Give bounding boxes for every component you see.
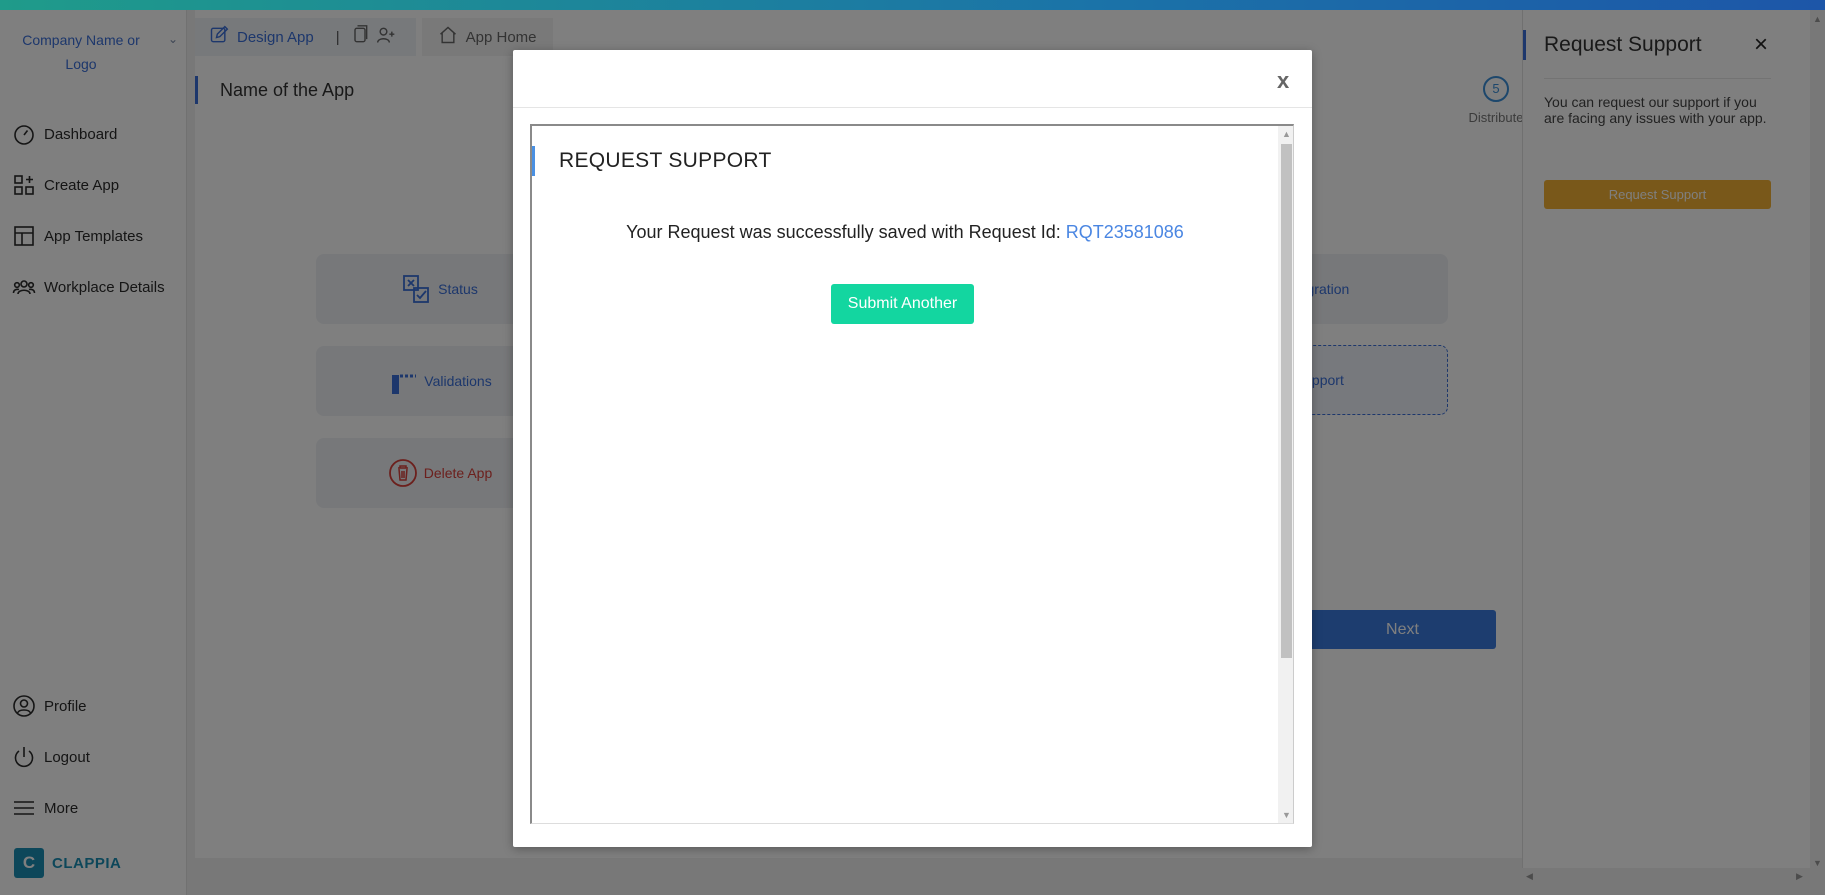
scroll-down-arrow-icon[interactable]: ▼ <box>1282 810 1291 820</box>
modal-header-divider <box>513 107 1312 108</box>
top-accent-strip <box>0 0 1825 10</box>
request-id: RQT23581086 <box>1065 222 1184 242</box>
success-message-text: Your Request was successfully saved with… <box>626 222 1061 242</box>
modal-close-button[interactable]: x <box>1277 68 1289 94</box>
submit-another-button[interactable]: Submit Another <box>831 284 974 324</box>
scrollbar-thumb[interactable] <box>1281 144 1292 658</box>
scroll-up-arrow-icon[interactable]: ▲ <box>1282 129 1291 139</box>
form-title: REQUEST SUPPORT <box>532 146 772 176</box>
request-support-modal: x REQUEST SUPPORT Your Request was succe… <box>513 50 1312 847</box>
frame-scrollbar[interactable]: ▲ ▼ <box>1278 126 1293 823</box>
support-form-frame: REQUEST SUPPORT Your Request was success… <box>530 124 1294 824</box>
success-message: Your Request was successfully saved with… <box>532 222 1278 243</box>
